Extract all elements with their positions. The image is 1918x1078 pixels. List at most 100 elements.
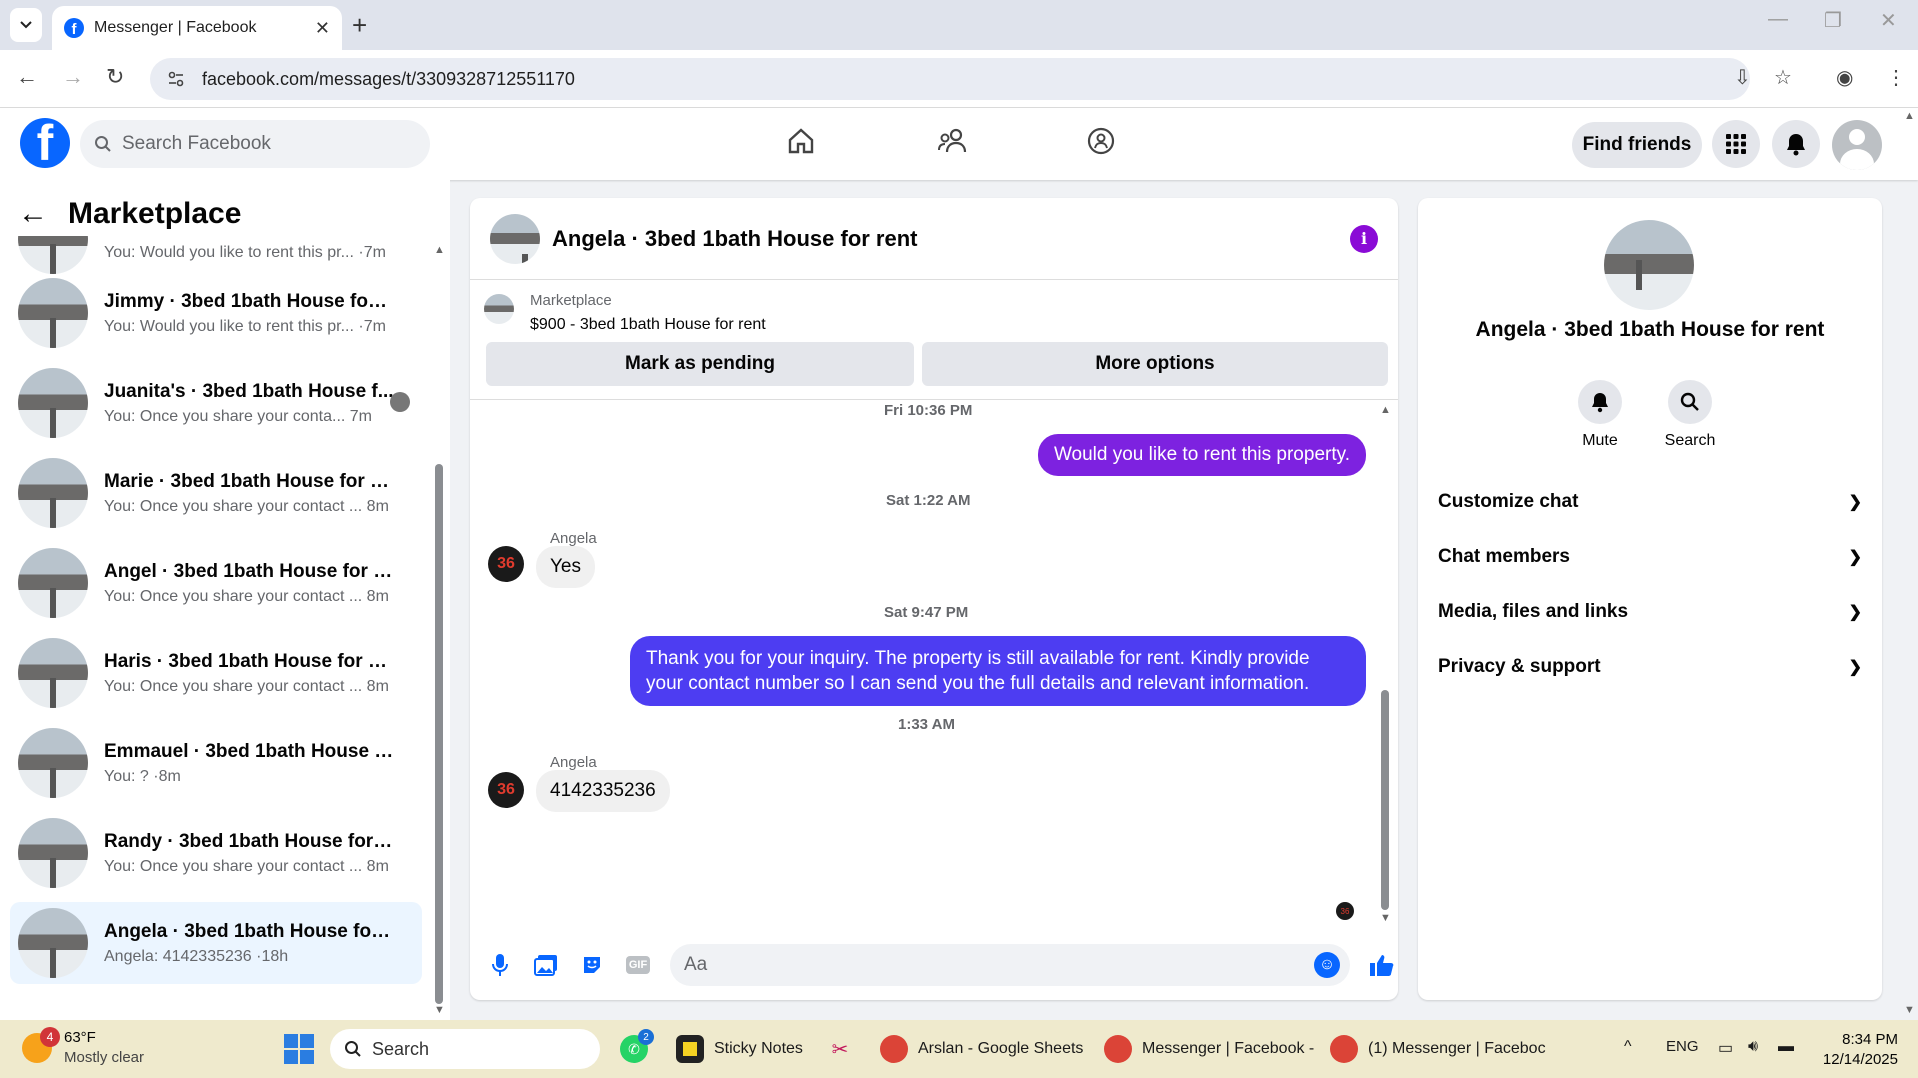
bookmark-star-icon[interactable]: ☆ [1774, 65, 1792, 90]
conversation-name: Juanita's · 3bed 1bath House f... [104, 380, 394, 402]
gif-icon[interactable]: GIF [624, 951, 652, 979]
back-arrow-icon[interactable]: ← [18, 197, 48, 231]
conversation-item[interactable]: Haris · 3bed 1bath House for rent You: On… [10, 632, 422, 714]
close-tab-icon[interactable]: ✕ [315, 18, 330, 39]
conversation-item[interactable]: Emmauel · 3bed 1bath House fo... You: ? ·… [10, 722, 422, 804]
conversation-item[interactable]: Jimmy · 3bed 1bath House for re... You: W… [10, 272, 422, 354]
incoming-message[interactable]: 4142335236 [536, 770, 670, 812]
display-icon[interactable]: ▭ [1718, 1038, 1733, 1058]
weather-widget[interactable]: 4 63°F Mostly clear [22, 1027, 145, 1068]
weather-condition: Mostly clear [64, 1049, 145, 1066]
groups-icon[interactable] [1086, 126, 1116, 164]
emoji-icon[interactable]: ☺ [1314, 952, 1340, 978]
browser-tab[interactable]: f Messenger | Facebook ✕ [52, 6, 342, 50]
conversation-item[interactable]: Angel · 3bed 1bath House for rent You: On… [10, 542, 422, 624]
profile-icon[interactable]: ◉ [1836, 65, 1853, 90]
mark-as-pending-button[interactable]: Mark as pending [486, 342, 914, 386]
listing-price-title[interactable]: $900 - 3bed 1bath House for rent [530, 316, 766, 334]
sender-name: Angela [550, 754, 597, 771]
windows-start-icon[interactable] [284, 1034, 314, 1064]
facebook-logo[interactable]: f [20, 118, 70, 168]
scroll-up-icon[interactable]: ▲ [434, 244, 445, 256]
scroll-up-icon[interactable]: ▲ [1380, 404, 1391, 416]
address-bar[interactable]: facebook.com/messages/t/3309328712551170 [150, 58, 1750, 100]
thread-scrollbar[interactable]: ▲ ▼ [1378, 404, 1392, 924]
contact-avatar[interactable] [1604, 220, 1694, 310]
conversation-item[interactable]: Juanita's · 3bed 1bath House f... You: On… [10, 362, 422, 444]
menu-grid-icon[interactable] [1712, 120, 1760, 168]
sticker-icon[interactable] [578, 951, 606, 979]
tab-search-button[interactable] [10, 8, 42, 42]
listing-thumbnail [18, 368, 88, 438]
angela-avatar[interactable]: 36 [488, 546, 524, 582]
notifications-bell-icon[interactable] [1772, 120, 1820, 168]
conversation-scrollbar[interactable]: ▲ ▼ [432, 244, 446, 1020]
chrome-sheets-taskbar-button[interactable]: Arslan - Google Sheets [880, 1030, 1083, 1068]
chrome-messenger-taskbar-button[interactable]: Messenger | Facebook - [1104, 1030, 1314, 1068]
minimize-button[interactable]: — [1768, 8, 1788, 31]
angela-avatar[interactable]: 36 [488, 772, 524, 808]
privacy-support-row[interactable]: Privacy & support ❯ [1438, 647, 1862, 687]
whatsapp-taskbar-button[interactable]: ✆ 2 [620, 1029, 654, 1068]
battery-icon[interactable]: ▬ [1778, 1038, 1794, 1056]
scrollbar-thumb[interactable] [1381, 690, 1389, 910]
search-in-conversation-button[interactable]: Search [1650, 380, 1730, 450]
forward-button[interactable]: → [62, 64, 84, 90]
scroll-down-icon[interactable]: ▼ [434, 1004, 445, 1016]
outgoing-message[interactable]: Thank you for your inquiry. The property… [630, 636, 1366, 706]
microphone-icon[interactable] [486, 951, 514, 979]
scrollbar-thumb[interactable] [435, 464, 443, 1004]
mute-button[interactable]: Mute [1560, 380, 1640, 450]
chrome-messenger2-taskbar-button[interactable]: (1) Messenger | Faceboc [1330, 1030, 1546, 1068]
photo-gallery-icon[interactable] [532, 951, 560, 979]
listing-thumbnail [484, 294, 514, 324]
thumbs-up-icon[interactable] [1368, 951, 1396, 979]
conversation-name: Angel · 3bed 1bath House for rent [104, 560, 394, 582]
site-info-icon[interactable] [166, 69, 186, 89]
restore-button[interactable]: ❐ [1824, 8, 1842, 33]
reload-button[interactable]: ↻ [106, 64, 124, 90]
close-window-button[interactable]: ✕ [1880, 8, 1897, 33]
more-options-button[interactable]: More options [922, 342, 1388, 386]
chat-title[interactable]: Angela · 3bed 1bath House for rent [552, 226, 1338, 252]
listing-thumbnail [18, 638, 88, 708]
snipping-tool-taskbar-button[interactable]: ✂ [826, 1030, 854, 1068]
conversation-name: Jimmy · 3bed 1bath House for re... [104, 290, 394, 312]
install-app-icon[interactable]: ⇩ [1734, 65, 1751, 90]
back-button[interactable]: ← [16, 64, 38, 90]
media-files-links-row[interactable]: Media, files and links ❯ [1438, 592, 1862, 632]
conversation-preview: You: ? ·8m [104, 767, 181, 785]
volume-icon[interactable]: 🔊︎ [1748, 1038, 1758, 1056]
message-input[interactable]: Aa ☺ [670, 944, 1350, 986]
info-icon[interactable]: i [1350, 224, 1378, 253]
conversation-item-active[interactable]: Angela · 3bed 1bath House for r... Angela… [10, 902, 422, 984]
scroll-down-icon[interactable]: ▼ [1380, 912, 1391, 924]
show-hidden-icons-chevron-icon[interactable]: ^ [1624, 1038, 1632, 1056]
conversation-name: Randy · 3bed 1bath House for rent [104, 830, 394, 852]
conversation-item[interactable]: Marie · 3bed 1bath House for rent You: On… [10, 452, 422, 534]
conversation-item[interactable]: Randy · 3bed 1bath House for rent You: On… [10, 812, 422, 894]
home-icon[interactable] [786, 126, 816, 164]
chevron-down-icon [20, 21, 32, 29]
taskbar-search[interactable]: Search [330, 1029, 600, 1069]
language-indicator[interactable]: ENG [1666, 1038, 1699, 1055]
browser-tabstrip: f Messenger | Facebook ✕ + — ❐ ✕ [0, 0, 1918, 50]
scroll-down-icon[interactable]: ▼ [1904, 1004, 1915, 1016]
scroll-up-icon[interactable]: ▲ [1904, 110, 1915, 122]
account-avatar[interactable] [1832, 120, 1882, 170]
incoming-message[interactable]: Yes [536, 546, 595, 588]
outgoing-message[interactable]: Would you like to rent this property. [1037, 434, 1366, 476]
system-clock[interactable]: 8:34 PM 12/14/2025 [1818, 1030, 1898, 1070]
search-facebook-input[interactable]: Search Facebook [80, 120, 430, 168]
chat-avatar[interactable] [490, 213, 540, 264]
friends-icon[interactable] [936, 126, 968, 164]
customize-chat-row[interactable]: Customize chat ❯ [1438, 482, 1862, 522]
conversation-name: Marie · 3bed 1bath House for rent [104, 470, 394, 492]
find-friends-button[interactable]: Find friends [1572, 122, 1702, 168]
chat-members-row[interactable]: Chat members ❯ [1438, 537, 1862, 577]
sticky-notes-taskbar-button[interactable]: Sticky Notes [676, 1030, 803, 1068]
new-tab-button[interactable]: + [352, 10, 367, 41]
chevron-down-icon: ❯ [1848, 659, 1862, 676]
browser-menu-icon[interactable]: ⋮ [1886, 65, 1906, 90]
page-scrollbar[interactable]: ▲ ▼ [1900, 108, 1918, 1020]
